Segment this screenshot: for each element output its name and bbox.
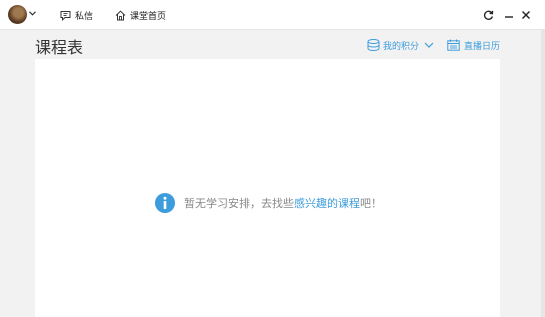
- page-title: 课程表: [35, 38, 84, 57]
- home-label: 课堂首页: [130, 11, 167, 22]
- calendar-icon: [447, 39, 460, 51]
- schedule-panel: [35, 59, 500, 317]
- messages-label: 私信: [75, 11, 94, 22]
- close-icon: [522, 11, 530, 19]
- coins-icon: [367, 39, 380, 51]
- interesting-courses-link[interactable]: 感兴趣的课程: [294, 195, 360, 211]
- my-points-dropdown[interactable]: 我的积分: [367, 38, 437, 52]
- chevron-down-icon[interactable]: [29, 9, 36, 19]
- live-calendar-button[interactable]: 直播日历: [447, 38, 500, 52]
- refresh-button[interactable]: [480, 7, 496, 23]
- messages-button[interactable]: 私信: [60, 8, 93, 22]
- refresh-icon: [483, 10, 493, 20]
- info-icon: [155, 193, 175, 213]
- home-button[interactable]: 课堂首页: [115, 8, 166, 22]
- chevron-down-icon: [424, 42, 434, 48]
- home-icon: [115, 10, 126, 20]
- avatar[interactable]: [8, 5, 27, 24]
- minimize-button[interactable]: [501, 7, 517, 23]
- empty-state-prefix: 暂无学习安排，去找些: [184, 197, 294, 210]
- message-icon: [60, 10, 71, 21]
- close-button[interactable]: [518, 7, 534, 23]
- empty-state-message: 暂无学习安排，去找些 感兴趣的课程 吧！: [155, 193, 382, 213]
- title-bar: 私信 课堂首页: [0, 0, 545, 30]
- empty-state-suffix: 吧！: [360, 197, 382, 210]
- minimize-icon: [505, 16, 513, 18]
- my-points-label: 我的积分: [383, 41, 420, 52]
- live-calendar-label: 直播日历: [464, 41, 501, 52]
- scrollbar[interactable]: [541, 30, 545, 317]
